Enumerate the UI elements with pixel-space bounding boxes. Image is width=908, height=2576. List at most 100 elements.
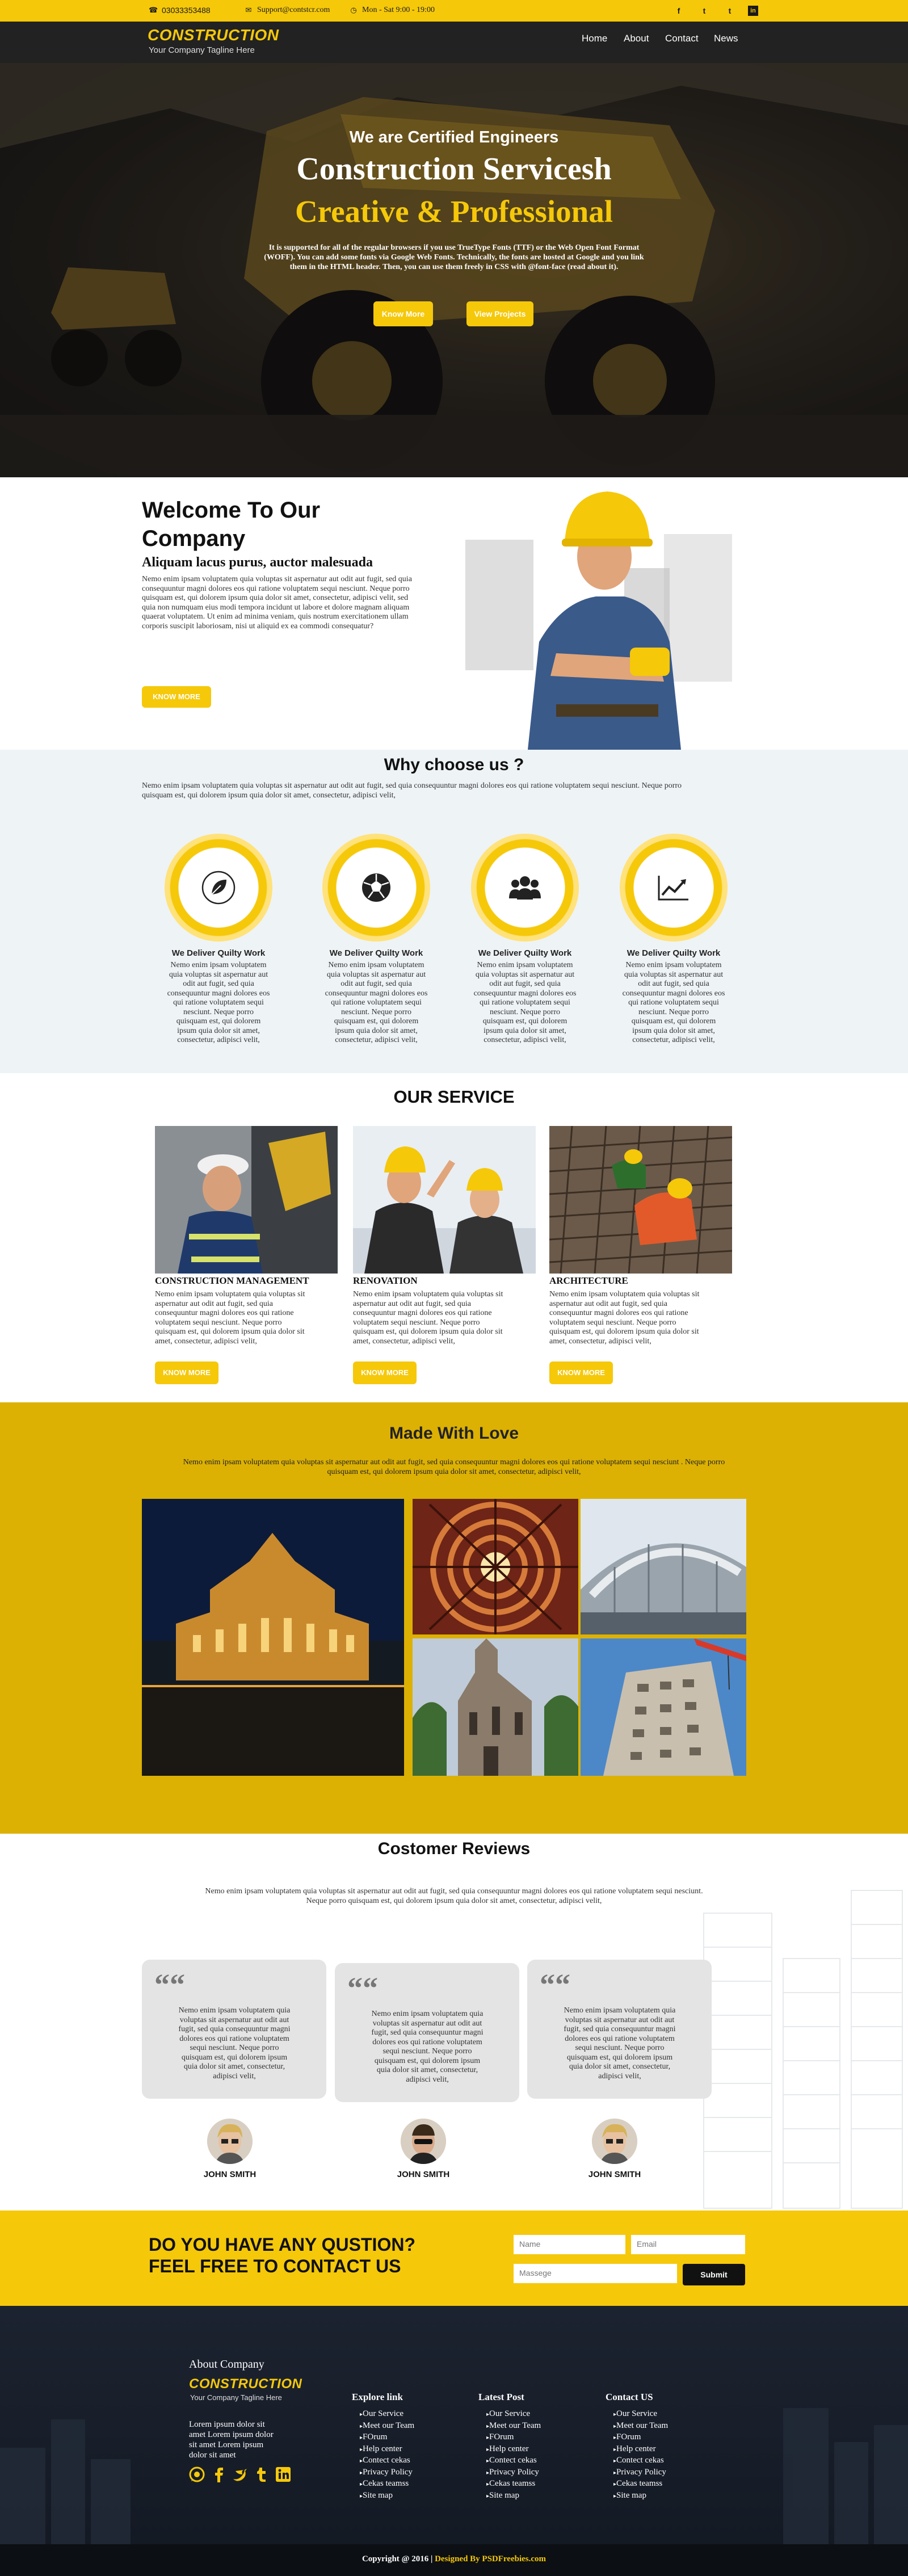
hero-title: Construction Servicesh: [296, 152, 612, 187]
gallery-intro: Nemo enim ipsam voluptatem quia voluptas…: [183, 1458, 725, 1476]
footer-link[interactable]: Privacy Policy: [486, 2467, 541, 2479]
footer-link[interactable]: Site map: [486, 2490, 541, 2502]
footer-link[interactable]: Help center: [486, 2444, 541, 2456]
hero-text-line-2: (WOFF). You can add some fonts via Googl…: [264, 253, 644, 262]
linkedin-icon[interactable]: in: [748, 6, 758, 16]
hero-pretitle: We are Certified Engineers: [349, 128, 559, 146]
footer-link[interactable]: Meet our Team: [360, 2420, 414, 2432]
footer-logo[interactable]: CONSTRUCTION: [189, 2376, 302, 2392]
nav-about[interactable]: About: [624, 33, 649, 44]
logo-tagline: Your Company Tagline Here: [149, 45, 255, 55]
service-section: OUR SERVICE CONSTRUCTION MANAGEMENT Nemo…: [0, 1073, 908, 1402]
welcome-section: Welcome To Our Company Aliquam lacus pur…: [0, 477, 908, 750]
logo[interactable]: CONSTRUCTION: [148, 26, 279, 44]
designer-credit-link[interactable]: Designed By PSDFreebies.com: [435, 2554, 546, 2564]
gallery-image-crane-building[interactable]: [581, 1638, 746, 1776]
city-skyline-background: [0, 2408, 908, 2544]
service-title-2: RENOVATION: [353, 1275, 418, 1286]
gallery-section: Made With Love Nemo enim ipsam voluptate…: [0, 1402, 908, 1834]
service-text-1: Nemo enim ipsam voluptatem quia voluptas…: [155, 1290, 305, 1346]
footer-link[interactable]: Meet our Team: [486, 2420, 541, 2432]
footer-link[interactable]: Meet our Team: [613, 2420, 668, 2432]
feature-title-1: We Deliver Quilty Work: [171, 948, 266, 958]
latest-post-heading: Latest Post: [478, 2392, 524, 2402]
phone-info: ☎ 03033353488: [149, 6, 211, 15]
service-title: OUR SERVICE: [393, 1087, 515, 1107]
email-input[interactable]: Email: [631, 2235, 745, 2254]
hero-text-line-1: It is supported for all of the regular b…: [268, 243, 640, 252]
gallery-image-spiral[interactable]: [413, 1499, 578, 1634]
soccer-ball-icon: [356, 867, 397, 908]
footer-link[interactable]: FOrum: [486, 2432, 541, 2444]
facebook-icon[interactable]: [211, 2466, 226, 2482]
footer-link[interactable]: Privacy Policy: [360, 2467, 414, 2479]
reviewer-name-1: JOHN SMITH: [203, 2170, 257, 2179]
footer-link[interactable]: Our Service: [360, 2409, 414, 2420]
hours-text: Mon - Sat 9:00 - 19:00: [362, 6, 435, 14]
tumblr-icon[interactable]: [254, 2466, 270, 2482]
footer-link[interactable]: FOrum: [360, 2432, 414, 2444]
hero-subtitle: Creative & Professional: [295, 194, 613, 229]
contact-heading-2: FEEL FREE TO CONTACT US: [149, 2256, 401, 2276]
service-know-more-button-1[interactable]: KNOW MORE: [155, 1361, 218, 1384]
feature-text-2: Nemo enim ipsam voluptatem quia voluptas …: [325, 961, 428, 1044]
phone-text: 03033353488: [162, 6, 211, 15]
nav-news[interactable]: News: [714, 33, 738, 44]
gallery-image-bridge[interactable]: [581, 1499, 746, 1634]
tumblr-icon[interactable]: t: [724, 5, 736, 17]
feature-circle-3: [471, 834, 579, 942]
view-projects-button[interactable]: View Projects: [466, 301, 533, 326]
footer-link[interactable]: Cekas teamss: [486, 2478, 541, 2490]
service-title-3: ARCHITECTURE: [549, 1275, 628, 1286]
nav-contact[interactable]: Contact: [665, 33, 699, 44]
service-image-construction: [155, 1126, 338, 1274]
service-text-3: Nemo enim ipsam voluptatem quia voluptas…: [549, 1290, 700, 1346]
footer-link[interactable]: Site map: [613, 2490, 668, 2502]
reviewer-avatar-1: [207, 2119, 253, 2164]
name-input[interactable]: Name: [514, 2235, 625, 2254]
footer-link[interactable]: Cekas teamss: [613, 2478, 668, 2490]
nav-home[interactable]: Home: [582, 33, 607, 44]
service-image-architecture: [549, 1126, 732, 1274]
users-icon: [505, 867, 545, 908]
worker-photo: [465, 491, 732, 750]
footer-link[interactable]: Help center: [613, 2444, 668, 2456]
footer-link[interactable]: FOrum: [613, 2432, 668, 2444]
feature-circle-2: [322, 834, 430, 942]
gallery-image-church[interactable]: [413, 1638, 578, 1776]
submit-button[interactable]: Submit: [683, 2264, 745, 2285]
linkedin-icon[interactable]: [275, 2466, 291, 2482]
message-input[interactable]: Massege: [514, 2264, 677, 2283]
facebook-icon[interactable]: f: [672, 5, 685, 17]
footer-link[interactable]: Site map: [360, 2490, 414, 2502]
reviews-title: Costomer Reviews: [377, 1839, 531, 1858]
footer-link[interactable]: Privacy Policy: [613, 2467, 668, 2479]
hero-banner: We are Certified Engineers Construction …: [0, 63, 908, 477]
why-intro: Nemo enim ipsam voluptatem quia voluptas…: [142, 781, 682, 800]
email-info[interactable]: ✉ Support@contstcr.com: [244, 6, 330, 15]
footer-link[interactable]: Contect cekas: [360, 2455, 414, 2467]
welcome-know-more-button[interactable]: KNOW MORE: [142, 686, 211, 708]
service-know-more-button-2[interactable]: KNOW MORE: [353, 1361, 417, 1384]
gallery-image-night-building[interactable]: [142, 1499, 404, 1776]
know-more-button[interactable]: Know More: [373, 301, 433, 326]
review-card-1: ““ Nemo enim ipsam voluptatem quia volupt…: [142, 1960, 326, 2099]
twitter-icon[interactable]: t: [698, 5, 711, 17]
whatsapp-icon[interactable]: [189, 2466, 205, 2482]
footer-link[interactable]: Our Service: [613, 2409, 668, 2420]
footer-link[interactable]: Cekas teamss: [360, 2478, 414, 2490]
quote-icon: ““: [347, 1971, 378, 2005]
twitter-icon[interactable]: [232, 2466, 248, 2482]
feature-text-4: Nemo enim ipsam voluptatem quia voluptas …: [622, 961, 725, 1044]
service-title-1: CONSTRUCTION MANAGEMENT: [155, 1275, 309, 1286]
footer-link[interactable]: Our Service: [486, 2409, 541, 2420]
footer-link[interactable]: Contect cekas: [486, 2455, 541, 2467]
explore-links-heading: Explore link: [352, 2392, 403, 2402]
service-text-2: Nemo enim ipsam voluptatem quia voluptas…: [353, 1290, 503, 1346]
footer-link[interactable]: Contect cekas: [613, 2455, 668, 2467]
contact-us-list: Our ServiceMeet our TeamFOrumHelp center…: [613, 2409, 668, 2502]
footer-link[interactable]: Help center: [360, 2444, 414, 2456]
mail-icon: ✉: [245, 6, 252, 14]
service-know-more-button-3[interactable]: KNOW MORE: [549, 1361, 613, 1384]
email-text[interactable]: Support@contstcr.com: [257, 6, 330, 15]
